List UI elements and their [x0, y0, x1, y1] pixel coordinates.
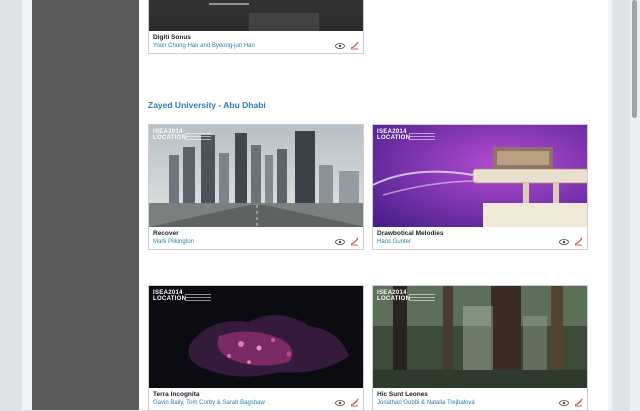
artwork-card-digiti-sonus[interactable]: Digiti Sonus Yoon Chung Han and Byeong-j…	[148, 0, 364, 54]
card-caption: Digiti Sonus Yoon Chung Han and Byeong-j…	[149, 31, 363, 53]
card-title[interactable]: Recover	[153, 229, 359, 238]
swoosh-logo-icon	[350, 237, 359, 246]
artwork-thumbnail[interactable]: ISEA2014 LOCATION	[149, 125, 363, 227]
card-author[interactable]: Gavin Baily, Tom Corby & Sarah Bagshaw	[153, 399, 359, 408]
partner-logos	[559, 398, 583, 407]
eye-logo-icon	[559, 238, 569, 245]
artwork-thumbnail[interactable]	[149, 0, 363, 31]
artwork-card-recover[interactable]: ISEA2014 LOCATION Recover Mark Pilkingto…	[148, 124, 364, 250]
vertical-scrollbar[interactable]	[630, 0, 640, 410]
card-caption: Terra Incognita Gavin Baily, Tom Corby &…	[149, 388, 363, 410]
isea-location-badge: ISEA2014 LOCATION	[377, 129, 435, 142]
eye-logo-icon	[559, 399, 569, 406]
partner-logos	[335, 41, 359, 50]
artwork-thumbnail[interactable]: ISEA2014 LOCATION	[373, 286, 587, 388]
card-author[interactable]: Mark Pilkington	[153, 238, 359, 247]
swoosh-logo-icon	[350, 41, 359, 50]
isea-location-badge: ISEA2014 LOCATION	[153, 290, 211, 303]
partner-logos	[335, 237, 359, 246]
card-title[interactable]: Drawbotical Melodies	[377, 229, 583, 238]
swoosh-logo-icon	[350, 398, 359, 407]
scrollbar-thumb[interactable]	[632, 0, 637, 118]
artwork-card-hic-sunt-leones[interactable]: ISEA2014 LOCATION Hic Sunt Leones Jonath…	[372, 285, 588, 411]
card-author[interactable]: Jonathan Gobbi & Natalia Trejbalová	[377, 399, 583, 408]
eye-logo-icon	[335, 399, 345, 406]
isea-location-badge: ISEA2014 LOCATION	[377, 290, 435, 303]
card-author[interactable]: Yoon Chung Han and Byeong-jun Han	[153, 42, 359, 51]
card-caption: Hic Sunt Leones Jonathan Gobbi & Natalia…	[373, 388, 587, 410]
eye-logo-icon	[335, 238, 345, 245]
card-title[interactable]: Digiti Sonus	[153, 33, 359, 42]
card-caption: Drawbotical Melodies Hans Gunter	[373, 227, 587, 249]
artwork-thumbnail[interactable]: ISEA2014 LOCATION	[149, 286, 363, 388]
eye-logo-icon	[335, 42, 345, 49]
artwork-card-drawbotical-melodies[interactable]: ISEA2014 LOCATION Drawbotical Melodies H…	[372, 124, 588, 250]
sidebar	[32, 0, 139, 410]
card-caption: Recover Mark Pilkington	[149, 227, 363, 249]
card-title[interactable]: Terra Incognita	[153, 390, 359, 399]
artwork-card-terra-incognita[interactable]: ISEA2014 LOCATION Terra Incognita Gavin …	[148, 285, 364, 411]
swoosh-logo-icon	[574, 398, 583, 407]
partner-logos	[335, 398, 359, 407]
section-title: Zayed University - Abu Dhabi	[148, 100, 266, 110]
swoosh-logo-icon	[574, 237, 583, 246]
artwork-thumbnail[interactable]: ISEA2014 LOCATION	[373, 125, 587, 227]
card-title[interactable]: Hic Sunt Leones	[377, 390, 583, 399]
partner-logos	[559, 237, 583, 246]
isea-location-badge: ISEA2014 LOCATION	[153, 129, 211, 142]
card-author[interactable]: Hans Gunter	[377, 238, 583, 247]
